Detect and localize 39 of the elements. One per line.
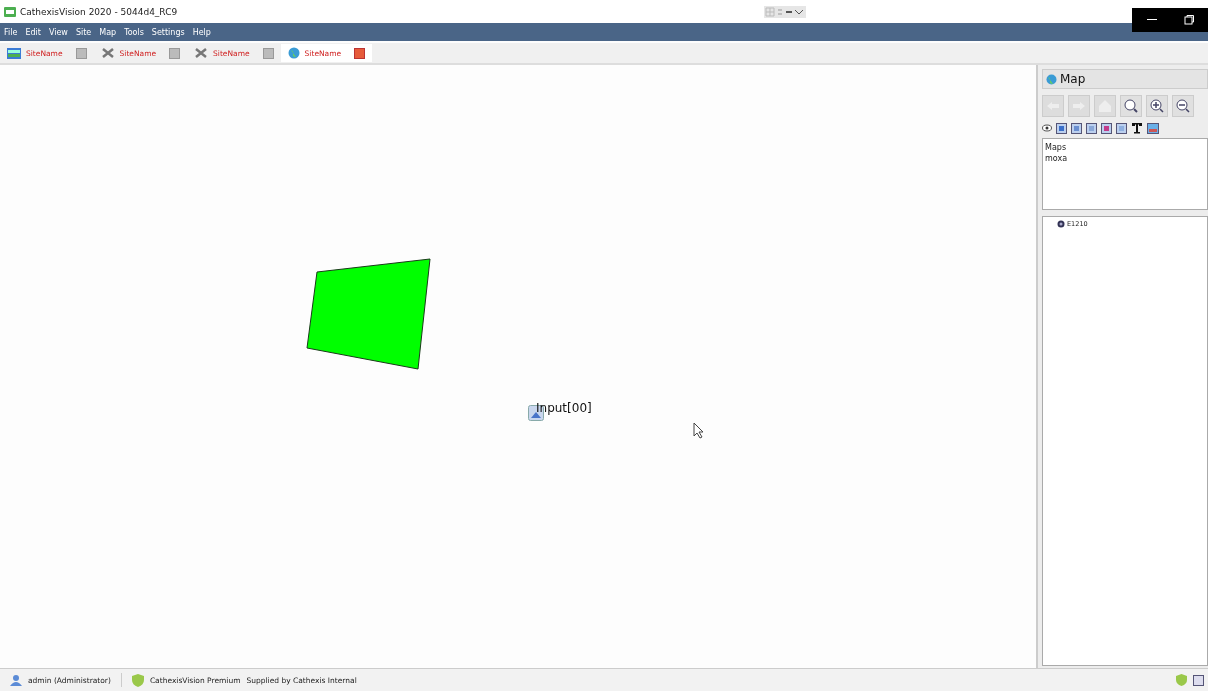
shield-icon <box>1176 674 1187 686</box>
menu-item[interactable]: Help <box>192 27 211 37</box>
map-list-item[interactable]: Maps <box>1045 142 1205 153</box>
panel-header[interactable]: Map <box>1042 69 1208 89</box>
device-icon <box>1057 220 1065 228</box>
menu-item[interactable]: Settings <box>151 27 185 37</box>
globe-icon <box>1046 73 1057 85</box>
window-title: CathexisVision 2020 - 5044d4_RC9 <box>20 6 178 17</box>
menu-item[interactable]: File <box>4 27 18 37</box>
image-tool-icon[interactable] <box>1147 122 1159 134</box>
layout-controls-icon <box>764 5 806 18</box>
eye-icon[interactable] <box>1042 124 1052 132</box>
overlay-tool-icon[interactable] <box>1086 122 1097 134</box>
monitor-icon <box>7 47 21 59</box>
shield-icon <box>131 673 144 687</box>
tab-close-icon[interactable] <box>354 47 366 59</box>
overlay-tool-icon[interactable] <box>1071 122 1082 134</box>
globe-icon <box>287 47 300 59</box>
menu-item[interactable]: Edit <box>25 27 41 37</box>
minimize-icon <box>1146 19 1157 21</box>
window-icon <box>1193 674 1204 686</box>
zoom-fit-button[interactable] <box>1120 95 1142 117</box>
zoom-out-button[interactable] <box>1172 95 1194 117</box>
node-label[interactable]: Input[00] <box>536 401 592 415</box>
restore-icon <box>1183 15 1194 25</box>
zoom-in-button[interactable] <box>1146 95 1168 117</box>
mouse-pointer-icon <box>693 422 705 439</box>
map-list-item[interactable]: moxa <box>1045 153 1205 164</box>
overlay-tool-icon[interactable] <box>1101 122 1112 134</box>
overlay-tool-icon[interactable] <box>1056 122 1067 134</box>
panel-title: Map <box>1060 72 1086 86</box>
app-logo-icon <box>4 6 16 17</box>
menu-item[interactable]: Tools <box>124 27 144 37</box>
menu-item[interactable]: Map <box>99 27 117 37</box>
user-icon <box>10 674 22 686</box>
menu-item[interactable]: View <box>48 27 68 37</box>
overlay-tool-icon[interactable] <box>1116 122 1127 134</box>
menu-item[interactable]: Site <box>75 27 92 37</box>
text-tool-icon[interactable] <box>1131 122 1143 134</box>
